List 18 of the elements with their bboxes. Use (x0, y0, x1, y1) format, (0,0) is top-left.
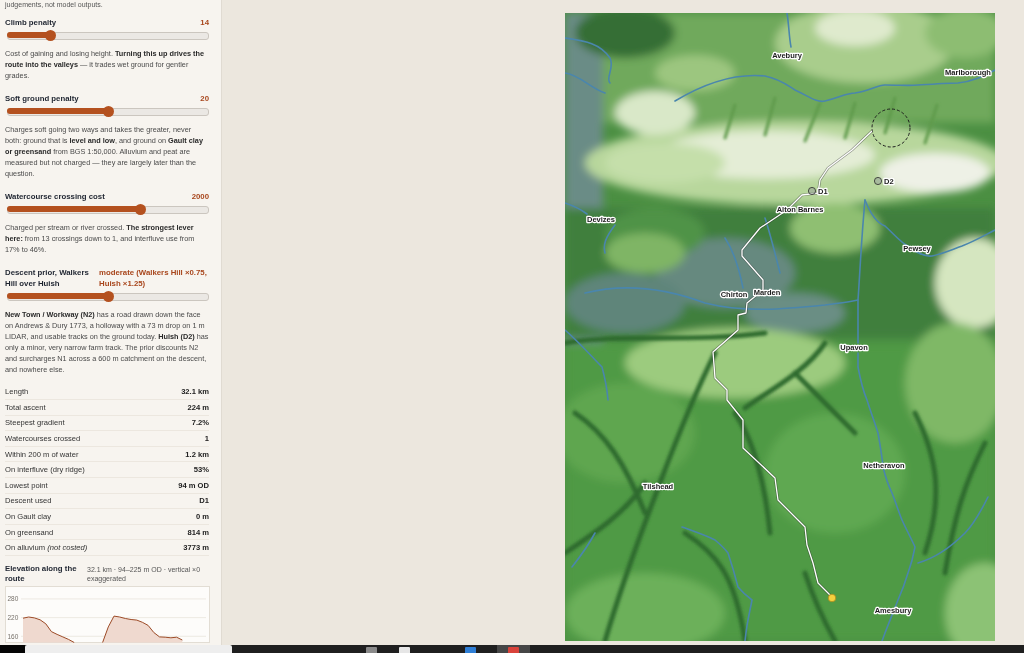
circle-marker-icon (874, 177, 882, 185)
slider-thumb[interactable] (102, 105, 114, 117)
slider-thumb[interactable] (134, 203, 146, 215)
app-icon (399, 647, 410, 653)
circle-marker-icon (808, 187, 816, 195)
search-field[interactable] (25, 645, 232, 653)
slider-thumb[interactable] (45, 29, 57, 41)
slider-track[interactable] (7, 105, 209, 117)
slider-track[interactable] (7, 203, 209, 215)
dashed-circle (871, 108, 911, 148)
slider-track[interactable] (7, 29, 209, 41)
slider-track[interactable] (7, 290, 209, 302)
slider-thumb[interactable] (102, 290, 114, 302)
end-marker-icon (827, 593, 837, 603)
app-icon (465, 647, 476, 653)
start-button[interactable] (0, 645, 25, 653)
app-icon (508, 647, 519, 653)
app-icon (366, 647, 377, 653)
